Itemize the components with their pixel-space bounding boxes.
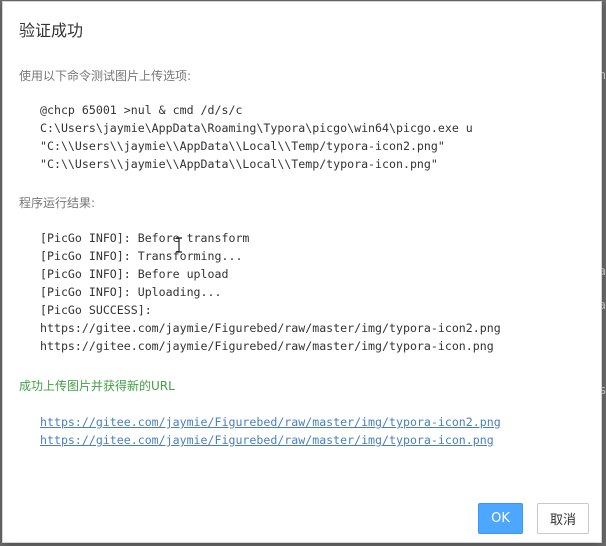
result-line: [PicGo INFO]: Transforming... (40, 249, 243, 263)
result-line: [PicGo INFO]: Before upload (40, 267, 229, 281)
cancel-button[interactable]: 取消 (537, 503, 589, 534)
uploaded-image-link[interactable]: https://gitee.com/jaymie/Figurebed/raw/m… (40, 413, 501, 431)
verification-dialog: 验证成功 使用以下命令测试图片上传选项: @chcp 65001 >nul & … (2, 1, 602, 543)
uploaded-image-link[interactable]: https://gitee.com/jaymie/Figurebed/raw/m… (40, 431, 501, 449)
result-label: 程序运行结果: (19, 196, 96, 210)
command-line: C:\Users\jaymie\AppData\Roaming\Typora\p… (40, 121, 473, 135)
ok-button[interactable]: OK (478, 503, 523, 534)
result-line: [PicGo SUCCESS]: (40, 303, 152, 317)
dialog-title: 验证成功 (19, 21, 84, 40)
result-line: [PicGo INFO]: Uploading... (40, 285, 222, 299)
command-line: "C:\\Users\\jaymie\\AppData\\Local\\Temp… (40, 157, 438, 171)
uploaded-links: https://gitee.com/jaymie/Figurebed/raw/m… (40, 413, 501, 449)
result-line: https://gitee.com/jaymie/Figurebed/raw/m… (40, 321, 501, 335)
result-line: https://gitee.com/jaymie/Figurebed/raw/m… (40, 339, 494, 353)
command-label: 使用以下命令测试图片上传选项: (19, 69, 192, 83)
result-line: [PicGo INFO]: Before transform (40, 231, 250, 245)
success-message: 成功上传图片并获得新的URL (19, 379, 175, 393)
command-line: @chcp 65001 >nul & cmd /d/s/c (40, 103, 243, 117)
command-block: @chcp 65001 >nul & cmd /d/s/c C:\Users\ja… (40, 101, 473, 173)
command-line: "C:\\Users\\jaymie\\AppData\\Local\\Temp… (40, 139, 445, 153)
result-block: [PicGo INFO]: Before transform [PicGo INF… (40, 229, 501, 355)
text-cursor-icon (176, 237, 182, 253)
